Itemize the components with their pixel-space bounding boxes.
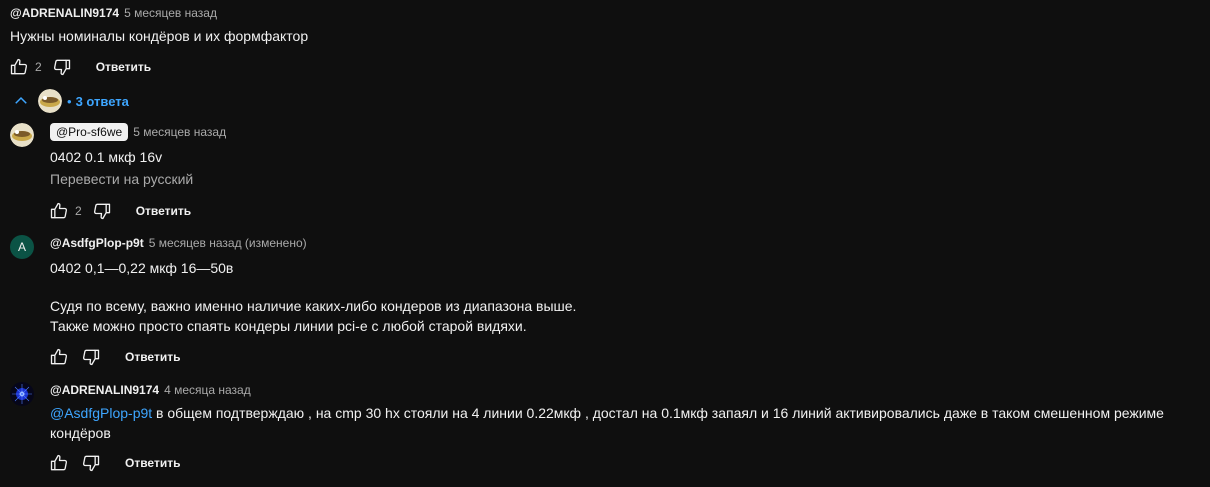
comment-text: Нужны номиналы кондёров и их формфактор [10,28,309,44]
chevron-up-icon [15,96,27,104]
like-button[interactable] [47,199,71,223]
reply-text-line: Судя по всему, важно именно наличие каки… [50,298,577,314]
reply-header: @Pro-sf6we 5 месяцев назад [50,123,226,141]
reply-button[interactable]: Ответить [136,204,191,218]
avatar[interactable] [10,382,34,406]
like-button[interactable] [47,451,71,475]
dislike-icon [93,203,110,220]
reply-time[interactable]: 5 месяцев назад [133,125,226,139]
reply-actions: Ответить [47,345,180,369]
like-count: 2 [75,204,82,218]
reply-actions: 2 Ответить [47,199,191,223]
avatar[interactable]: A [10,235,34,259]
author-chip[interactable]: @Pro-sf6we [50,123,129,141]
avatar-letter: A [17,240,26,254]
replies-toggle[interactable]: • 3 ответа [12,89,129,113]
like-button[interactable] [7,55,31,79]
avatar[interactable] [10,123,34,147]
reply-text: @AsdfgPlop-p9t в общем подтверждаю , на … [50,403,1200,423]
reply-actions: Ответить [47,451,180,475]
dislike-icon [82,455,100,472]
reply-time[interactable]: 5 месяцев назад (изменено) [149,236,307,250]
translate-link[interactable]: Перевести на русский [50,171,193,187]
reply-text-continued: кондёров [50,425,111,441]
reply-header: @AsdfgPlop-p9t 5 месяцев назад (изменено) [50,235,307,251]
like-icon [50,348,68,365]
comment-actions: 2 Ответить [7,55,151,79]
reply-text-body: в общем подтверждаю , на cmp 30 hx стоял… [152,405,1164,421]
reply-author[interactable]: @AsdfgPlop-p9t [50,236,144,250]
reply-button[interactable]: Ответить [125,456,180,470]
reply-button[interactable]: Ответить [96,60,151,74]
like-count: 2 [35,60,42,74]
reply-author[interactable]: @ADRENALIN9174 [50,383,159,397]
reply-text: 0402 0.1 мкф 16v [50,149,163,165]
replies-count: 3 ответа [75,93,129,109]
replies-bullet: • [67,93,72,109]
dislike-icon [82,349,100,366]
reply-time[interactable]: 4 месяца назад [164,383,251,397]
dislike-button[interactable] [90,199,114,223]
reply-header: @ADRENALIN9174 4 месяца назад [50,382,251,398]
mention-link[interactable]: @AsdfgPlop-p9t [50,405,152,421]
like-icon [50,454,68,471]
dislike-button[interactable] [79,451,103,475]
reply-button[interactable]: Ответить [125,350,180,364]
dislike-button[interactable] [50,55,74,79]
like-icon [10,58,28,75]
comment-author[interactable]: @ADRENALIN9174 [10,6,119,20]
comment-time[interactable]: 5 месяцев назад [124,6,217,20]
reply-text-line: Также можно просто спаять кондеры линии … [50,318,527,334]
avatar [38,89,62,113]
comment-header: @ADRENALIN9174 5 месяцев назад [10,5,217,21]
dislike-button[interactable] [79,345,103,369]
like-button[interactable] [47,345,71,369]
dislike-icon [53,59,70,76]
reply-text-line: 0402 0,1—0,22 мкф 16—50в [50,260,234,276]
like-icon [50,202,68,219]
